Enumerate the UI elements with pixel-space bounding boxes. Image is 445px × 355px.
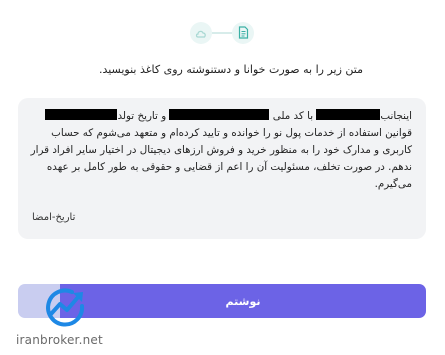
- cloud-icon: [195, 24, 207, 43]
- signature-label: تاریخ-امضا: [32, 212, 76, 223]
- step-connector: [212, 32, 232, 34]
- step-indicator: [0, 22, 445, 44]
- statement-text: اینجانب با کد ملی و تاریخ تولد قوانین اس…: [28, 108, 412, 193]
- redacted-name: [316, 109, 381, 120]
- broker-logo-icon: [46, 288, 85, 327]
- watermark-text: iranbroker.net: [16, 333, 103, 347]
- document-icon: [238, 24, 249, 43]
- redacted-national-id: [169, 109, 270, 120]
- page: متن زیر را به صورت خوانا و دستنوشته روی …: [0, 0, 445, 355]
- step-upload: [190, 22, 212, 44]
- statement-body: قوانین استفاده از خدمات پول نو را خوانده…: [30, 127, 412, 190]
- statement-national-id-label: با کد ملی: [272, 110, 314, 122]
- instruction-text: متن زیر را به صورت خوانا و دستنوشته روی …: [98, 63, 363, 76]
- redacted-birthdate: [45, 109, 118, 120]
- watermark: iranbroker.net: [16, 282, 126, 352]
- step-handwritten-text: [232, 22, 254, 44]
- statement-intro: اینجانب: [380, 110, 412, 122]
- statement-birthdate-label: و تاریخ تولد: [117, 110, 167, 122]
- statement-card: اینجانب با کد ملی و تاریخ تولد قوانین اس…: [18, 98, 426, 239]
